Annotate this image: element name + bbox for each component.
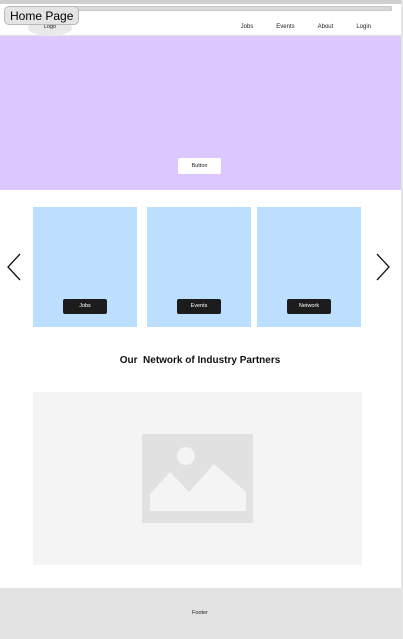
main-nav: Jobs Events About Login [218,22,371,32]
feature-carousel: Jobs Events Network [0,207,402,327]
card-button-jobs[interactable]: Jobs [63,299,107,314]
page: Logo Jobs Events About Login Home Page B… [0,0,402,639]
footer-label: Footer [192,610,208,616]
nav-item-jobs[interactable]: Jobs [241,22,254,32]
footer: Footer [0,588,402,639]
chevron-left-icon[interactable] [5,252,23,282]
partners-image-panel [33,392,362,565]
nav-item-events[interactable]: Events [276,22,294,32]
card-button-events[interactable]: Events [177,299,221,314]
image-placeholder-icon [142,434,253,523]
partners-heading: Our Network of Industry Partners [119,355,281,366]
card-button-network[interactable]: Network [287,299,331,314]
card-network[interactable]: Network [257,207,361,327]
nav-item-login[interactable]: Login [356,22,371,32]
hero-button[interactable]: Button [178,158,221,174]
hero-banner: Button [0,36,402,190]
window-top-strip [0,0,402,4]
nav-item-about[interactable]: About [318,22,334,32]
chevron-right-icon[interactable] [374,252,392,282]
card-jobs[interactable]: Jobs [33,207,137,327]
page-title-label: Home Page [4,6,80,25]
card-events[interactable]: Events [147,207,251,327]
address-bar[interactable] [28,6,392,11]
